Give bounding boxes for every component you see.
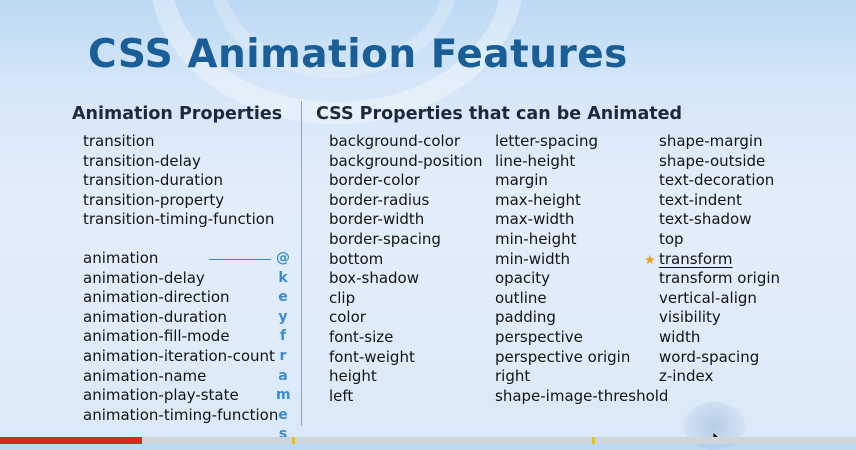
animatable-property-item: border-color (329, 171, 420, 190)
animation-property-item: animation-fill-mode (83, 327, 230, 346)
animatable-property-item: outline (495, 288, 547, 307)
keyframes-letter: @ (276, 250, 290, 266)
animatable-property-item: top (659, 229, 684, 248)
transition-property-item: transition-duration (83, 171, 223, 190)
transition-properties-list: transition transition-delay transition-dur… (83, 132, 274, 230)
animatable-property-item: z-index (659, 367, 714, 386)
star-icon: ★ (644, 253, 656, 268)
keyframes-connector-line (209, 259, 271, 260)
animatable-property-item: perspective origin (495, 347, 631, 366)
animatable-property-item: text-decoration (659, 171, 775, 190)
animatable-property-item: border-spacing (329, 229, 441, 248)
animatable-list-column-2: letter-spacing line-height margin max-heigh… (495, 132, 668, 406)
animatable-property-item: background-position (329, 151, 483, 170)
highlighted-property: transform (659, 249, 733, 268)
animation-property-item: animation-timing-function (83, 405, 279, 424)
animation-property-item: animation-play-state (83, 386, 239, 405)
animatable-property-item: height (329, 367, 377, 386)
animatable-property-item: transform origin (659, 269, 781, 288)
animatable-property-item: text-shadow (659, 210, 752, 229)
chapter-marker (592, 437, 595, 444)
animation-properties-list: animation animation-delay animation-direct… (83, 249, 278, 425)
transition-property-item: transition-timing-function (83, 210, 275, 229)
animatable-property-item: clip (329, 288, 356, 307)
animatable-property-item: box-shadow (329, 269, 420, 288)
keyframes-letter: a (278, 367, 288, 384)
animatable-property-item: vertical-align (659, 288, 757, 307)
column-divider (301, 101, 302, 426)
transition-property-item: transition-property (83, 190, 225, 209)
animatable-property-item: shape-image-threshold (495, 386, 669, 405)
animation-property-item: animation-duration (83, 307, 227, 326)
animatable-property-item: transform (659, 250, 780, 270)
transition-property-item: transition-delay (83, 151, 201, 170)
animatable-property-item: right (495, 367, 531, 386)
animatable-property-item: max-width (495, 210, 575, 229)
animatable-property-item: width (659, 327, 701, 346)
animatable-list-column-3: shape-margin shape-outside text-decoration… (659, 132, 780, 387)
keyframes-letter: m (276, 387, 291, 404)
slide-title: CSS Animation Features (88, 32, 628, 77)
animatable-properties-heading: CSS Properties that can be Animated (316, 104, 683, 124)
keyframes-letter: r (279, 348, 287, 364)
animatable-property-item: border-width (329, 210, 425, 229)
video-progress-played (0, 437, 142, 444)
keyframes-letter: f (279, 328, 287, 345)
animatable-list-column-1: background-color background-position borde… (329, 132, 483, 406)
animatable-property-item: font-weight (329, 347, 415, 366)
animatable-property-item: border-radius (329, 190, 430, 209)
animatable-property-item: text-indent (659, 190, 742, 209)
keyframes-letter: e (278, 289, 288, 306)
chapter-marker (292, 437, 295, 444)
animatable-property-item: perspective (495, 327, 583, 346)
animatable-property-item: font-size (329, 327, 394, 346)
animatable-property-item: color (329, 308, 366, 327)
transition-property-item: transition (83, 132, 155, 150)
animatable-property-item: line-height (495, 151, 576, 170)
animatable-property-item: visibility (659, 308, 721, 327)
video-progress-bar[interactable] (0, 437, 856, 444)
animatable-property-item: opacity (495, 269, 551, 288)
animatable-property-item: shape-margin (659, 132, 763, 150)
keyframes-letter: y (278, 308, 288, 325)
animation-property-item: animation-iteration-count (83, 346, 275, 365)
animatable-property-item: letter-spacing (495, 132, 598, 150)
animatable-property-item: margin (495, 171, 548, 190)
animation-property-item: animation-delay (83, 268, 205, 287)
keyframes-letter: e (278, 406, 288, 423)
animation-properties-heading: Animation Properties (72, 104, 283, 124)
animatable-property-item: shape-outside (659, 151, 766, 170)
animation-property-item: animation-direction (83, 288, 230, 307)
animatable-property-item: min-width (495, 249, 571, 268)
animatable-property-item: word-spacing (659, 347, 760, 366)
animation-property-item: animation-name (83, 366, 207, 385)
animatable-property-item: max-height (495, 190, 581, 209)
animatable-property-item: background-color (329, 132, 461, 150)
animatable-property-item: bottom (329, 249, 384, 268)
keyframes-letter: k (278, 269, 288, 286)
animatable-property-item: padding (495, 308, 556, 327)
animatable-property-item: min-height (495, 229, 577, 248)
animatable-property-item: left (329, 386, 354, 405)
